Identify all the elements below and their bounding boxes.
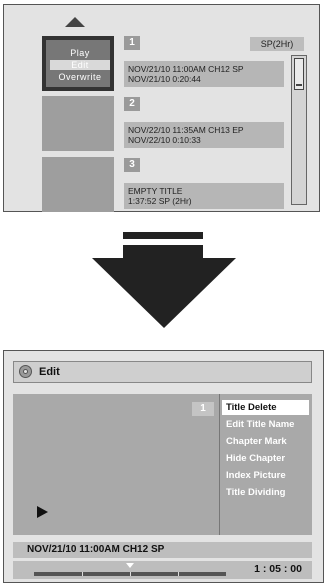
title-info-1-line1: NOV/21/10 11:00AM CH12 SP <box>128 64 244 74</box>
timeline-bar: 1 : 05 : 00 <box>13 561 312 579</box>
title-number-1: 1 <box>124 36 140 50</box>
title-list-screen: Play Edit Overwrite 1 SP(2Hr) NOV/21/10 … <box>3 4 320 212</box>
edit-header: Edit <box>13 361 312 383</box>
menu-index-picture[interactable]: Index Picture <box>222 468 309 483</box>
title-number-3: 3 <box>124 158 140 172</box>
scroll-thumb[interactable] <box>294 58 304 90</box>
title-thumbnail-1[interactable]: Play Edit Overwrite <box>42 36 114 91</box>
menu-chapter-mark[interactable]: Chapter Mark <box>222 434 309 449</box>
edit-screen: Edit 1 Title Delete Edit Title Name Chap… <box>3 350 324 583</box>
segment-marker <box>130 572 131 576</box>
progress-track[interactable] <box>34 572 226 576</box>
title-info-2-line1: NOV/22/10 11:35AM CH13 EP <box>128 125 244 135</box>
scrollbar[interactable] <box>291 55 307 205</box>
title-info-2-line2: NOV/22/10 0:10:33 <box>128 135 201 145</box>
segment-marker <box>178 572 179 576</box>
title-info-3-line1: EMPTY TITLE <box>128 186 183 196</box>
up-arrow-icon[interactable] <box>65 17 85 27</box>
title-info-1: NOV/21/10 11:00AM CH12 SP NOV/21/10 0:20… <box>124 61 284 87</box>
segment-marker <box>82 572 83 576</box>
edit-menu: Title Delete Edit Title Name Chapter Mar… <box>219 394 312 535</box>
arrow-bar-top <box>123 232 203 239</box>
title-number-2: 2 <box>124 97 140 111</box>
menu-title-dividing[interactable]: Title Dividing <box>222 485 309 500</box>
menu-edit-title-name[interactable]: Edit Title Name <box>222 417 309 432</box>
title-info-3-line2: 1:37:52 SP (2Hr) <box>128 196 192 206</box>
menu-overwrite[interactable]: Overwrite <box>50 72 110 82</box>
time-display: 1 : 05 : 00 <box>254 563 302 575</box>
title-thumbnail-2[interactable] <box>42 96 114 151</box>
menu-title-delete[interactable]: Title Delete <box>222 400 309 415</box>
edit-title: Edit <box>39 366 60 378</box>
title-number-badge: 1 <box>192 402 214 416</box>
title-thumbnail-3[interactable] <box>42 157 114 212</box>
position-cursor-icon <box>126 563 134 568</box>
disc-icon <box>19 365 32 378</box>
quality-badge: SP(2Hr) <box>250 37 304 51</box>
recording-info: NOV/21/10 11:00AM CH12 SP <box>13 542 312 558</box>
title-info-1-line2: NOV/21/10 0:20:44 <box>128 74 201 84</box>
video-preview: 1 <box>13 394 219 535</box>
menu-hide-chapter[interactable]: Hide Chapter <box>222 451 309 466</box>
play-icon <box>37 506 48 518</box>
menu-play[interactable]: Play <box>50 48 110 58</box>
arrow-head <box>92 258 236 328</box>
title-info-3: EMPTY TITLE 1:37:52 SP (2Hr) <box>124 183 284 209</box>
title-info-2: NOV/22/10 11:35AM CH13 EP NOV/22/10 0:10… <box>124 122 284 148</box>
arrow-bar-bottom <box>123 245 203 258</box>
menu-edit[interactable]: Edit <box>50 60 110 70</box>
